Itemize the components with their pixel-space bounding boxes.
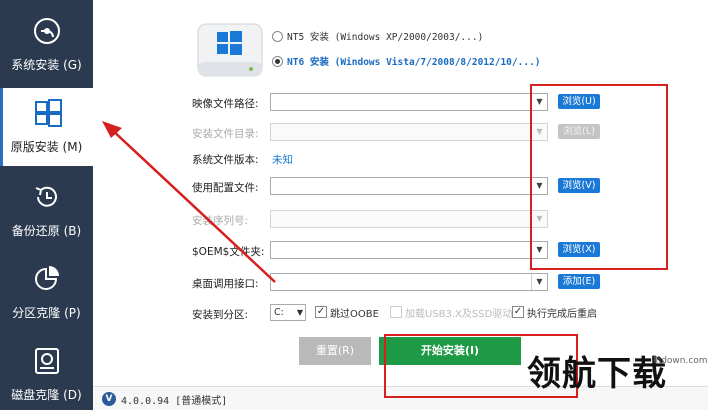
nt5-label: NT5 安装 (Windows XP/2000/2003/...)	[287, 32, 484, 43]
load-driver-checkbox[interactable]	[390, 306, 402, 318]
sidebar-item-label: 原版安装 (M)	[10, 140, 83, 154]
version-value: 未知	[272, 154, 293, 166]
nt6-radio[interactable]	[272, 56, 283, 67]
serial-combobox[interactable]: ▼	[270, 210, 548, 228]
restart-after-checkbox[interactable]: ✓	[512, 306, 524, 318]
disk-clone-icon	[34, 348, 59, 374]
sidebar-item-label: 分区克隆 (P)	[12, 306, 81, 320]
status-text: 4.0.0.94 [普通模式]	[121, 396, 228, 407]
windows-original-icon	[35, 99, 62, 127]
sidebar-item-backup-restore[interactable]: 备份还原 (B)	[0, 172, 93, 250]
oem-folder-combobox[interactable]: ▼	[270, 241, 548, 259]
version-badge-icon: V	[102, 392, 116, 406]
watermark-url: lhdown.com	[653, 356, 708, 366]
annotation-red-box-browse	[530, 84, 668, 270]
watermark-logo: 领航下载	[527, 354, 667, 394]
restart-after-label: 执行完成后重启	[527, 309, 597, 320]
sidebar-item-original-install[interactable]: 原版安装 (M)	[0, 88, 93, 166]
backup-restore-icon	[35, 186, 57, 207]
config-file-label: 使用配置文件:	[192, 182, 259, 194]
system-install-icon	[33, 18, 60, 44]
sidebar-item-label: 磁盘克隆 (D)	[11, 388, 82, 402]
nt6-label: NT6 安装 (Windows Vista/7/2008/8/2012/10/.…	[287, 57, 541, 68]
install-dir-label: 安装文件目录:	[192, 128, 259, 140]
skip-oobe-label: 跳过OOBE	[330, 309, 379, 320]
config-file-combobox[interactable]: ▼	[270, 177, 548, 195]
reset-button[interactable]: 重置(R)	[299, 337, 371, 365]
load-driver-label: 加载USB3.X及SSD驱动	[405, 309, 513, 320]
chevron-down-icon[interactable]: ▼	[297, 305, 303, 320]
nt5-radio[interactable]	[272, 31, 283, 42]
add-desktop-button[interactable]: 添加(E)	[558, 274, 600, 289]
sidebar-item-system-install[interactable]: 系统安装 (G)	[0, 6, 93, 84]
image-path-combobox[interactable]: ▼	[270, 93, 548, 111]
skip-oobe-checkbox[interactable]: ✓	[315, 306, 327, 318]
oem-folder-label: $OEM$文件夹:	[192, 246, 265, 258]
serial-label: 安装序列号:	[192, 215, 249, 227]
sidebar-item-partition-clone[interactable]: 分区克隆 (P)	[0, 254, 93, 332]
installer-window: 系统安装 (G) 原版安装 (M) 备份还原 (B) 分区克隆 (P) 磁盘克隆…	[0, 0, 708, 410]
nt6-radio-option[interactable]: NT6 安装 (Windows Vista/7/2008/8/2012/10/.…	[272, 54, 541, 70]
image-path-label: 映像文件路径:	[192, 98, 259, 110]
chevron-down-icon[interactable]: ▼	[531, 274, 547, 290]
partition-value: C:	[274, 307, 284, 318]
drive-image-icon	[197, 23, 263, 77]
desktop-interface-label: 桌面调用接口:	[192, 278, 259, 290]
partition-select[interactable]: C: ▼	[270, 304, 306, 321]
desktop-interface-combobox[interactable]: ▼	[270, 273, 548, 291]
install-dir-combobox[interactable]: ▼	[270, 123, 548, 141]
sidebar-item-label: 系统安装 (G)	[11, 58, 82, 72]
partition-label: 安装到分区:	[192, 309, 249, 321]
version-label: 系统文件版本:	[192, 154, 259, 166]
sidebar: 系统安装 (G) 原版安装 (M) 备份还原 (B) 分区克隆 (P) 磁盘克隆…	[0, 0, 93, 410]
partition-clone-icon	[34, 266, 59, 290]
sidebar-item-label: 备份还原 (B)	[11, 224, 82, 238]
sidebar-item-disk-clone[interactable]: 磁盘克隆 (D)	[0, 336, 93, 410]
nt5-radio-option[interactable]: NT5 安装 (Windows XP/2000/2003/...)	[272, 29, 483, 45]
